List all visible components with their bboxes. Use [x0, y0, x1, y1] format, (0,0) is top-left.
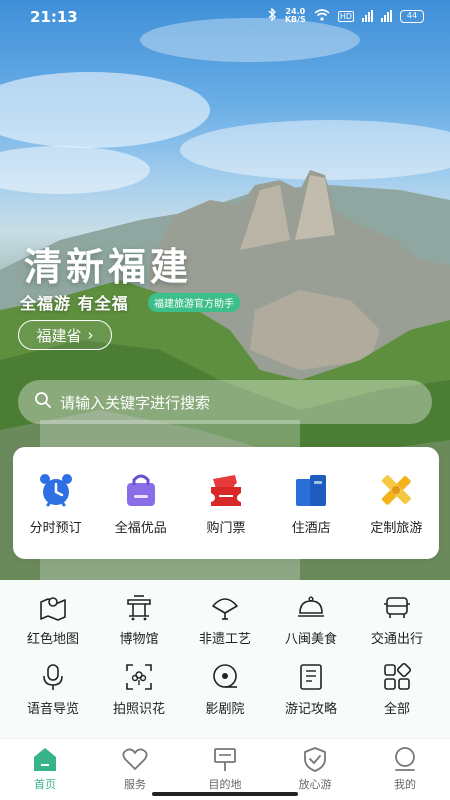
cloche-icon	[298, 596, 324, 617]
service-label: 博物馆	[119, 632, 159, 647]
network-speed: 24.0 KB/S	[285, 8, 306, 24]
home-indicator[interactable]	[152, 792, 298, 796]
service-label: 游记攻略	[284, 702, 337, 717]
service-label: 红色地图	[26, 632, 79, 647]
service-theater[interactable]: 影剧院	[185, 662, 265, 717]
home-icon	[34, 748, 56, 771]
shopping-bag-icon	[126, 474, 155, 506]
nav-profile[interactable]: 我的	[365, 739, 445, 800]
nav-label: 目的地	[208, 778, 242, 791]
chevron-right-icon: ›	[87, 326, 94, 344]
service-label: 八闽美食	[284, 632, 337, 647]
microphone-icon	[43, 664, 63, 690]
secondary-services-grid: 红色地图 博物馆 非遗工艺 八闽美食 交通出行 语音导览 拍照识花 影剧院 游记…	[0, 580, 450, 738]
nav-label: 我的	[394, 778, 416, 791]
signal-icon-2	[381, 10, 392, 22]
signal-icon	[362, 10, 373, 22]
service-label: 拍照识花	[112, 702, 165, 717]
notebook-icon	[300, 664, 322, 690]
fan-icon	[212, 598, 238, 620]
ticket-icon	[210, 475, 241, 506]
nav-label: 首页	[34, 778, 56, 791]
service-label: 定制旅游	[370, 521, 423, 536]
service-transportation[interactable]: 交通出行	[357, 592, 437, 647]
nav-home[interactable]: 首页	[5, 739, 85, 800]
hotel-icon	[296, 475, 327, 506]
battery-icon: 44	[400, 9, 424, 23]
search-placeholder: 请输入关键字进行搜索	[60, 393, 211, 412]
custom-tour-icon	[382, 475, 412, 505]
service-label: 购门票	[206, 521, 246, 536]
clock: 21:13	[30, 8, 78, 26]
service-flower-recognition[interactable]: 拍照识花	[99, 662, 179, 717]
service-label: 语音导览	[26, 702, 79, 717]
status-icons: 24.0 KB/S HD 44	[267, 7, 424, 24]
service-museum[interactable]: 博物馆	[99, 592, 179, 647]
hd-icon: HD	[337, 10, 354, 22]
signpost-icon	[214, 748, 236, 771]
wifi-icon	[314, 8, 330, 24]
museum-icon	[127, 595, 151, 621]
bluetooth-icon	[267, 7, 277, 24]
official-badge: 福建旅游官方助手	[148, 293, 240, 312]
heart-icon	[122, 748, 148, 770]
service-travel-notes[interactable]: 游记攻略	[271, 662, 351, 717]
service-label: 分时预订	[29, 521, 82, 536]
camera-flower-icon	[126, 664, 152, 690]
grid-row-2: 语音导览 拍照识花 影剧院 游记攻略 全部	[0, 662, 450, 717]
search-icon	[34, 391, 52, 413]
service-audio-guide[interactable]: 语音导览	[13, 662, 93, 717]
nav-label: 放心游	[298, 778, 332, 791]
shield-check-icon	[304, 747, 326, 772]
alarm-clock-icon	[39, 474, 72, 507]
service-timed-booking[interactable]: 分时预订	[16, 471, 96, 559]
film-reel-icon	[213, 664, 237, 688]
all-apps-icon	[384, 662, 412, 690]
service-quanfu-products[interactable]: 全福优品	[101, 471, 181, 559]
primary-services-card: 分时预订 全福优品 购门票 住酒店 定制旅游	[13, 447, 439, 559]
service-label: 非遗工艺	[198, 632, 251, 647]
nav-label: 服务	[124, 778, 146, 791]
bottom-navigation: 首页 服务 目的地 放心游 我的	[0, 738, 450, 800]
service-intangible-heritage[interactable]: 非遗工艺	[185, 592, 265, 647]
grid-row-1: 红色地图 博物馆 非遗工艺 八闽美食 交通出行	[0, 592, 450, 647]
service-custom-tour[interactable]: 定制旅游	[356, 471, 436, 559]
service-hotels[interactable]: 住酒店	[271, 471, 351, 559]
service-fujian-food[interactable]: 八闽美食	[271, 592, 351, 647]
hero-title: 清新福建	[24, 244, 193, 289]
net-speed-unit: KB/S	[284, 15, 306, 24]
service-label: 全福优品	[114, 521, 167, 536]
service-red-map[interactable]: 红色地图	[13, 592, 93, 647]
service-all[interactable]: 全部	[357, 662, 437, 717]
status-bar: 21:13 24.0 KB/S HD 44	[0, 0, 450, 34]
service-label: 影剧院	[205, 702, 245, 717]
nav-destination[interactable]: 目的地	[185, 739, 265, 800]
car-icon	[384, 597, 410, 618]
service-label: 住酒店	[291, 521, 331, 536]
service-buy-tickets[interactable]: 购门票	[186, 471, 266, 559]
search-bar[interactable]: 请输入关键字进行搜索	[18, 380, 432, 424]
hero-subtitle: 全福游 有全福	[20, 294, 129, 313]
province-selector-button[interactable]: 福建省 ›	[18, 320, 112, 350]
service-label: 全部	[383, 702, 410, 717]
nav-safe-travel[interactable]: 放心游	[275, 739, 355, 800]
profile-icon	[395, 747, 415, 771]
map-icon	[40, 597, 66, 621]
province-label: 福建省	[36, 326, 82, 345]
service-label: 交通出行	[370, 632, 423, 647]
nav-services[interactable]: 服务	[95, 739, 175, 800]
